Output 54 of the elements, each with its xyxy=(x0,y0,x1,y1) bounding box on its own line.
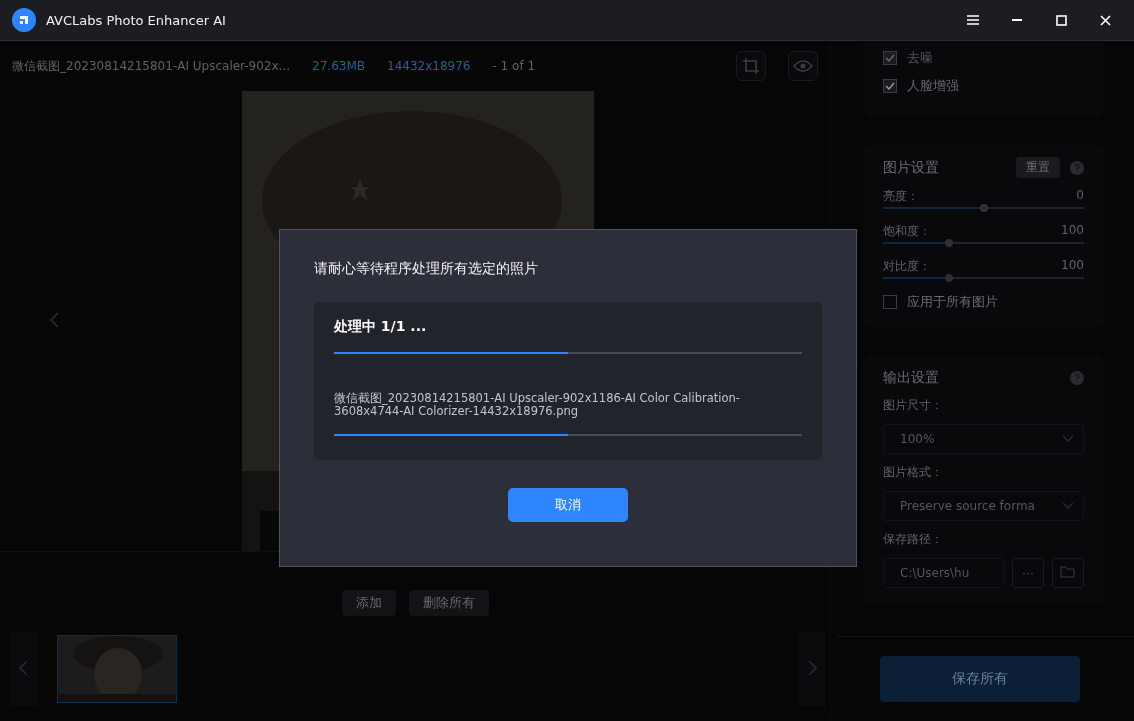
field-label: 图片尺寸： xyxy=(883,397,943,414)
file-name: 微信截图_20230814215801-AI Upscaler-902x1186-AI Color Calibration-3608x4744-AI Colorizer-14432x18976.png xyxy=(334,392,741,418)
preview-button[interactable] xyxy=(788,51,818,81)
checkbox[interactable] xyxy=(883,79,897,93)
menu-icon xyxy=(967,15,979,25)
option-label: 去噪 xyxy=(907,49,933,67)
folder-icon xyxy=(1060,565,1076,578)
field-label: 图片格式： xyxy=(883,464,943,481)
minimize-icon xyxy=(1012,19,1022,21)
option-label: 应用于所有图片 xyxy=(907,293,998,311)
section-title: 输出设置 xyxy=(883,369,940,387)
path-field[interactable]: C:\Users\hu xyxy=(883,558,1004,588)
file-name: 微信截图_20230814215801-AI Upscaler-902x... xyxy=(12,57,291,75)
progress-status: 处理中 1/1 ... xyxy=(334,318,428,336)
image-position: - 1 of 1 xyxy=(492,59,536,73)
field-label: 保存路径： xyxy=(883,531,943,548)
save-all-button[interactable]: 保存所有 xyxy=(880,656,1080,702)
image-dimensions: 14432x18976 xyxy=(387,59,471,73)
scroll-right-button[interactable] xyxy=(798,632,825,706)
delete-all-button[interactable]: 删除所有 xyxy=(408,590,489,616)
slider-value: 0 xyxy=(1076,188,1084,204)
file-size: 27.63MB xyxy=(312,59,365,73)
reset-button[interactable]: 重置 xyxy=(1016,157,1060,178)
chevron-left-icon xyxy=(48,309,62,330)
maximize-icon xyxy=(1055,14,1067,26)
eye-icon xyxy=(793,59,813,73)
help-icon[interactable] xyxy=(1070,160,1084,175)
slider-value: 100 xyxy=(1061,258,1084,274)
slider-label: 饱和度： xyxy=(883,223,931,240)
open-folder-button[interactable] xyxy=(1052,558,1084,588)
size-dropdown[interactable]: 100% xyxy=(883,424,1084,454)
help-icon[interactable] xyxy=(1070,371,1084,385)
check-icon xyxy=(885,82,895,90)
checkbox[interactable] xyxy=(883,295,897,309)
format-dropdown[interactable]: Preserve source forma xyxy=(883,491,1084,521)
cancel-button[interactable]: 取消 xyxy=(508,488,628,522)
slider-label: 对比度： xyxy=(883,258,931,275)
chevron-down-icon xyxy=(1061,434,1075,444)
slider-label: 亮度： xyxy=(883,188,919,205)
chevron-down-icon xyxy=(1061,501,1075,511)
crop-button[interactable] xyxy=(736,51,766,81)
check-icon xyxy=(885,54,895,62)
browse-button[interactable]: ··· xyxy=(1012,558,1044,588)
window-title: AVCLabs Photo Enhancer AI xyxy=(46,12,227,28)
option-label: 人脸增强 xyxy=(907,77,959,95)
app-logo-icon xyxy=(12,8,36,32)
section-title: 图片设置 xyxy=(883,158,940,177)
close-icon xyxy=(1099,14,1111,26)
add-button[interactable]: 添加 xyxy=(341,590,396,616)
dialog-title: 请耐心等待程序处理所有选定的照片 xyxy=(314,260,539,278)
chevron-left-icon xyxy=(16,657,31,678)
slider-value: 100 xyxy=(1061,223,1084,239)
scroll-left-button[interactable] xyxy=(10,632,37,706)
crop-icon xyxy=(742,57,760,75)
